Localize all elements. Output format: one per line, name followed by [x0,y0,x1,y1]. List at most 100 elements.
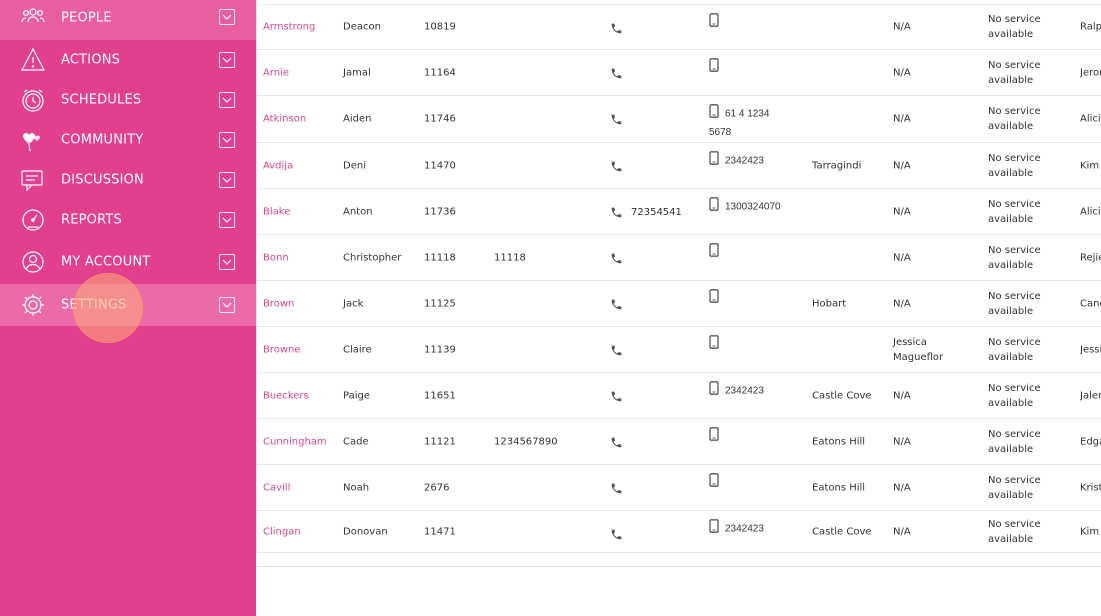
nav-label-community: COMMUNITY [61,132,144,148]
table-row[interactable]: Cavill Noah 2676 Eatons Hill N/A No service av… [257,465,1101,511]
service-line1: No service [988,382,1041,394]
table-row[interactable]: Browne Claire 11139 Jessica Magueflor No serv… [257,327,1101,373]
case-manager: N/A [893,434,911,449]
mobile-icon[interactable] [709,243,719,257]
table-row[interactable]: Arnie Jamal 11164 N/A No service available Jer… [257,50,1101,96]
nav-item-people[interactable]: PEOPLE [0,0,256,40]
case-manager-line1: N/A [893,206,911,217]
surname-link[interactable]: Bonn [263,252,289,263]
mobile-icon[interactable] [709,151,719,165]
nav-item-schedules[interactable]: SCHEDULES [0,80,256,120]
phone-icon[interactable] [610,390,623,403]
clock-icon [22,89,44,112]
surname-link[interactable]: Arnie [263,67,289,78]
mobile-icon[interactable] [709,427,719,441]
chevron-down-icon[interactable] [219,212,235,228]
phone-icon[interactable] [610,344,623,357]
case-manager-line1: N/A [893,298,911,309]
nav-item-discussion[interactable]: DISCUSSION [0,160,256,200]
divider [256,566,1101,567]
mobile-icon[interactable] [709,335,719,349]
table-row[interactable]: Blake Anton 11736 72354541 1300324070 N/A No s… [257,189,1101,235]
phone-icon[interactable] [610,298,623,311]
chevron-down-icon[interactable] [219,297,235,313]
table-row[interactable]: Cunningham Cade 11121 1234567890 Eatons Hill… [257,419,1101,465]
mobile-icon[interactable] [709,473,719,487]
service-line2: available [988,167,1034,179]
surname-link[interactable]: Brown [263,298,294,309]
phone-icon[interactable] [610,113,623,126]
chevron-down-icon[interactable] [219,9,235,25]
phone-number: 72354541 [631,207,682,218]
table-row[interactable]: Atkinson Aiden 11746 61 4 1234 5678 N/A No ser… [257,96,1101,143]
mobile-cell [709,13,799,33]
surname-link[interactable]: Cavill [263,482,290,493]
surname-link[interactable]: Bueckers [263,390,309,401]
mobile-number: 61 4 1234 [725,108,770,120]
case-manager: N/A [893,388,911,403]
user-icon [22,251,44,273]
chevron-down-icon[interactable] [219,132,235,148]
case-manager: N/A [893,65,911,80]
phone-icon[interactable] [610,482,623,495]
phone-icon[interactable] [610,67,623,80]
surname-link[interactable]: Browne [263,344,301,355]
chevron-down-icon[interactable] [219,254,235,270]
nav-label-people: PEOPLE [61,10,112,26]
surname-link[interactable]: Cunningham [263,436,327,447]
phone-icon[interactable] [610,160,623,173]
mobile-cell: 1300324070 [709,197,799,217]
sidebar: PEOPLE ACTIONS SCHEDULES COMMUNITY DISCU… [0,0,256,616]
mobile-icon[interactable] [709,58,719,72]
nav-item-my-account[interactable]: MY ACCOUNT [0,242,256,282]
worker-name: Alicia [1080,113,1101,125]
mobile-icon[interactable] [709,519,719,533]
phone-icon[interactable] [610,528,623,541]
mobile-icon[interactable] [709,197,719,211]
case-manager: N/A [893,112,911,127]
mobile-icon[interactable] [709,104,719,118]
surname-link[interactable]: Avdija [263,160,293,171]
surname-link[interactable]: Clingan [263,526,301,537]
nav-item-reports[interactable]: REPORTS [0,200,256,240]
table-row[interactable]: Armstrong Deacon 10819 N/A No service availab… [257,4,1101,50]
mobile-icon[interactable] [709,13,719,27]
worker-name: Ralph [1080,21,1101,33]
service-line1: No service [988,59,1041,71]
chevron-down-icon[interactable] [219,92,235,108]
table-row[interactable]: Bueckers Paige 11651 2342423 Castle Cove N/A N… [257,373,1101,419]
table-row[interactable]: Avdija Deni 11470 2342423 Tarragindi N/A No se… [257,143,1101,189]
phone-icon[interactable] [610,436,623,449]
client-table: Armstrong Deacon 10819 N/A No service availab… [256,0,1101,553]
mobile-icon[interactable] [709,381,719,395]
table-row[interactable]: Brown Jack 11125 Hobart N/A No service availab… [257,281,1101,327]
service-line1: No service [988,428,1041,440]
phone-icon[interactable] [610,252,623,265]
first-name: Deacon [343,21,381,33]
chevron-down-icon[interactable] [219,52,235,68]
surname-link[interactable]: Atkinson [263,114,306,125]
first-name: Anton [343,206,373,217]
nav-item-community[interactable]: COMMUNITY [0,120,256,160]
surname-link[interactable]: Blake [263,206,290,217]
first-name: Aiden [343,113,372,125]
client-id: 11470 [424,160,456,171]
service-status: No service available [988,197,1041,227]
chevron-down-icon[interactable] [219,172,235,188]
table-row[interactable]: Clingan Donovan 11471 2342423 Castle Cove N/A… [257,511,1101,553]
client-id: 11736 [424,206,456,217]
phone-icon[interactable] [610,22,623,35]
client-id: 2676 [424,482,450,493]
nav-item-actions[interactable]: ACTIONS [0,40,256,80]
table-row[interactable]: Bonn Christopher 11118 11118 N/A No service av… [257,235,1101,281]
first-name: Cade [343,436,369,447]
service-status: No service available [988,289,1041,319]
case-manager-line1: Jessica [893,336,927,348]
mobile-cell: 2342423 [709,151,799,171]
mobile-cell: 2342423 [709,381,799,401]
hearts-icon [23,132,40,152]
surname-link[interactable]: Armstrong [263,22,315,33]
worker-name: Jessica [1080,344,1101,355]
phone-icon[interactable] [610,206,623,219]
mobile-icon[interactable] [709,289,719,303]
